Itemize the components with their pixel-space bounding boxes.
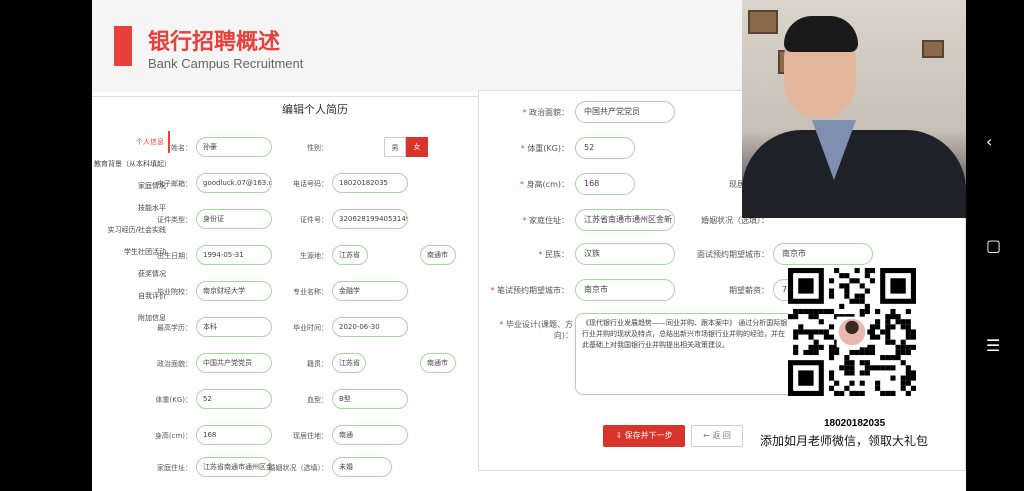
field-input[interactable]: 南京市 — [773, 243, 873, 265]
gender-female-button[interactable]: 女 — [406, 137, 428, 157]
field-label: 现居住地： — [293, 432, 328, 440]
field-input[interactable]: 江苏省南通市通州区金新 — [575, 209, 675, 231]
city-select[interactable]: 南通市 — [420, 245, 456, 265]
save-next-button[interactable]: ⇩ 保存并下一步 — [603, 425, 685, 447]
field-input[interactable]: 未婚 — [332, 457, 392, 477]
field-input[interactable]: 1994-05-31 — [196, 245, 272, 265]
field-label: 电子邮箱： — [157, 180, 192, 188]
form-nav: 个人信息 教育背景（从本科填起） 家庭情况 技能水平 实习经历/社会实践 学生社团活动 获奖… — [94, 131, 171, 329]
field-input[interactable]: 南通 — [332, 425, 408, 445]
qr-code — [788, 268, 916, 396]
presenter-suit — [742, 130, 966, 218]
field-label-text: 家庭住址： — [529, 216, 569, 225]
title-accent-bar — [114, 26, 132, 66]
field-label: 最高学历： — [157, 324, 192, 332]
field-label: * 政治面貌： — [522, 108, 569, 117]
field-input[interactable]: 江苏省 — [332, 353, 366, 373]
field-label: 婚姻状况（选填）： — [268, 464, 329, 472]
field-label: 证件号： — [300, 216, 328, 224]
field-label: * 民族： — [538, 250, 569, 259]
field-input[interactable]: 52 — [196, 389, 272, 409]
field-label: 毕业院校： — [157, 288, 192, 296]
field-label-text: 政治面貌： — [529, 108, 569, 117]
field-label-text: 体重(KG)： — [527, 144, 569, 153]
field-input[interactable]: 南京市 — [575, 279, 675, 301]
form-heading: 编辑个人简历 — [282, 103, 348, 116]
field-label-text: 民族： — [545, 250, 569, 259]
field-label: 面试预约期望城市： — [697, 250, 769, 259]
field-input[interactable]: 18020182035 — [332, 173, 408, 193]
field-label: 出生日期： — [157, 252, 192, 260]
field-input[interactable]: B型 — [332, 389, 408, 409]
field-input[interactable]: 中国共产党党员 — [196, 353, 272, 373]
slide-subtitle: Bank Campus Recruitment — [148, 56, 304, 71]
field-label: * 体重(KG)： — [520, 144, 569, 153]
field-label: * 家庭住址： — [522, 216, 569, 225]
promo-caption: 添加如月老师微信，领取大礼包 — [760, 434, 929, 448]
save-next-label: 保存并下一步 — [624, 431, 673, 440]
slide-title: 银行招聘概述 — [148, 30, 281, 55]
field-input[interactable]: 江苏省南通市通州区金新 — [196, 457, 272, 477]
field-input[interactable]: 52 — [575, 137, 635, 159]
back-icon[interactable]: ‹ — [986, 132, 992, 151]
field-label-text: 身高(cm)： — [526, 180, 569, 189]
field-input[interactable]: 身份证 — [196, 209, 272, 229]
field-input[interactable]: 南京财经大学 — [196, 281, 272, 301]
field-input[interactable]: 中国共产党党员 — [575, 101, 675, 123]
field-input[interactable]: goodluck.07@163.com — [196, 173, 272, 193]
field-label: 血型： — [307, 396, 328, 404]
thesis-label-text: 毕业设计(课题、方向)： — [505, 320, 573, 340]
field-input[interactable]: 168 — [575, 173, 635, 195]
field-label: * 笔试预约期望城市： — [490, 286, 569, 295]
field-label: 专业名称： — [293, 288, 328, 296]
nav-item[interactable]: 教育背景（从本科填起） — [94, 153, 171, 175]
field-label: 体重(KG)： — [155, 396, 192, 404]
city-select[interactable]: 南通市 — [420, 353, 456, 373]
system-nav-bar: ‹ ▢ ☰ — [966, 0, 1024, 491]
field-input[interactable]: 汉族 — [575, 243, 675, 265]
field-input[interactable]: 孙豪 — [196, 137, 272, 157]
home-icon[interactable]: ▢ — [986, 236, 1001, 255]
field-label: 毕业时间： — [293, 324, 328, 332]
promo-phone: 18020182035 — [824, 418, 886, 429]
gender-male-button[interactable]: 男 — [384, 137, 406, 157]
field-label: 姓名： — [171, 144, 192, 152]
presenter-hair — [784, 16, 858, 52]
arrow-left-icon: ← — [703, 431, 710, 440]
field-label: 期望薪资： — [729, 286, 769, 295]
presenter-webcam — [742, 0, 966, 218]
wall-frame — [922, 40, 944, 58]
menu-icon[interactable]: ☰ — [986, 336, 1000, 355]
thesis-label: * 毕业设计(课题、方向)： — [499, 320, 573, 340]
field-input[interactable]: 江苏省 — [332, 245, 368, 265]
wall-frame — [748, 10, 778, 34]
field-label: 家庭住址： — [157, 464, 192, 472]
field-label-text: 笔试预约期望城市： — [497, 286, 569, 295]
field-label: 证件类型： — [157, 216, 192, 224]
field-label: 身高(cm)： — [154, 432, 192, 440]
field-label: 籍贯： — [307, 360, 328, 368]
back-label: 返 回 — [712, 431, 731, 440]
thesis-textarea[interactable]: 《现代银行业发展趋势——同业并购、跟本案中》 通过分析国际银行业并购的现状及特点… — [575, 313, 797, 395]
nav-item[interactable]: 获奖情况 — [94, 263, 170, 285]
field-label: 政治面貌： — [157, 360, 192, 368]
field-input[interactable]: 本科 — [196, 317, 272, 337]
field-input[interactable]: 2020-06-30 — [332, 317, 408, 337]
save-icon: ⇩ — [615, 431, 623, 440]
field-label: * 身高(cm)： — [520, 180, 569, 189]
field-input[interactable]: 金融学 — [332, 281, 408, 301]
resume-form-left: 编辑个人简历 个人信息 教育背景（从本科填起） 家庭情况 技能水平 实习经历/社会实践学… — [92, 96, 482, 491]
field-label: 生源地： — [300, 252, 328, 260]
field-input[interactable]: 320628199405314923 — [332, 209, 408, 229]
field-label: 电话号码： — [293, 180, 328, 188]
field-input[interactable]: 168 — [196, 425, 272, 445]
back-button[interactable]: ← 返 回 — [691, 425, 743, 447]
field-label: 性别： — [307, 144, 328, 152]
